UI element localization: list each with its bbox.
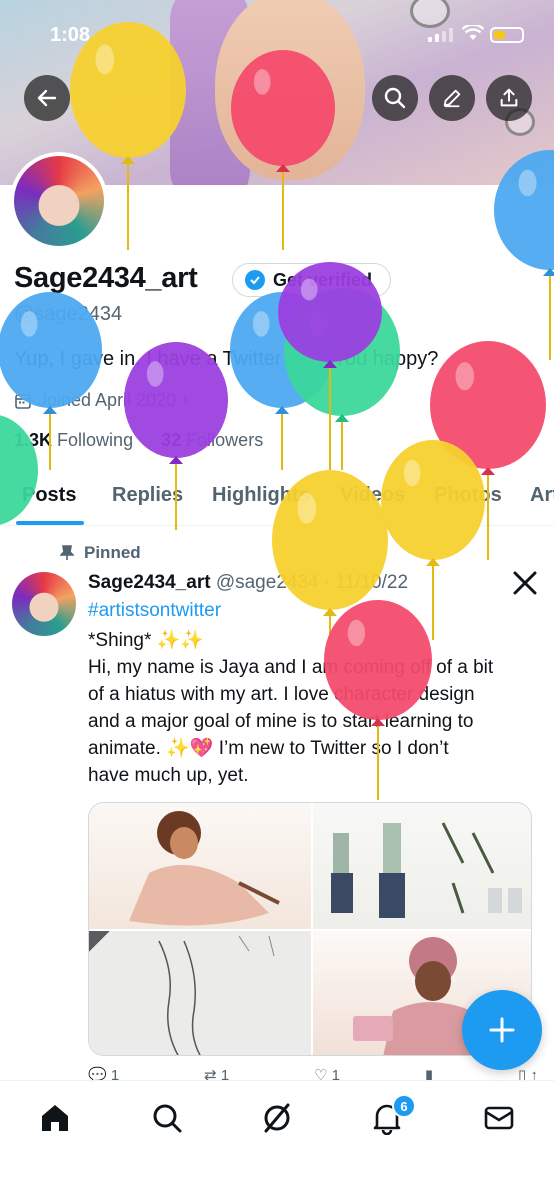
tab-replies[interactable]: Replies [112,484,183,507]
profile-tabs: Posts Replies Highlights Videos Photos A… [0,472,554,526]
battery-icon [490,27,524,43]
tab-videos[interactable]: Videos [340,484,405,507]
profile-name: Sage2434_art [14,262,198,294]
profile-handle: @sage2434 [14,303,123,325]
wifi-icon [462,25,484,40]
follow-stats: 1.3K Following 32 Followers [14,430,263,451]
post-image-2[interactable] [313,803,531,929]
pin-icon [60,545,74,560]
balloon [284,288,400,470]
search-icon[interactable] [150,1101,184,1135]
notifications-badge: 6 [392,1094,416,1118]
post-text-line: animate. ✨💖 I’m new to Twitter so I don’… [88,738,449,759]
joined-date[interactable]: Joined April 2020 › [14,390,188,411]
get-verified-label: Get verified [273,269,373,290]
post-author-avatar[interactable] [12,572,76,636]
status-time: 1:08 [50,24,91,46]
compose-button[interactable] [462,990,542,1070]
share-button[interactable] [486,75,532,121]
get-verified-button[interactable]: Get verified [232,263,392,297]
search-button[interactable] [372,75,418,121]
balloon [381,440,485,640]
home-icon[interactable] [38,1101,72,1135]
followers-link[interactable]: 32 Followers [161,430,263,450]
joined-label: Joined April 2020 [38,390,177,410]
grok-icon[interactable] [260,1101,294,1135]
mail-icon[interactable] [482,1101,516,1135]
tab-posts[interactable]: Posts [22,484,76,507]
post-text-line: Hi, my name is Jaya and I am coming off … [88,657,494,678]
post-hashtag[interactable]: #artistsontwitter [88,600,221,622]
post-text-line: and a major goal of mine is to start lea… [88,711,474,732]
post-image-3[interactable] [89,931,311,1055]
x-logo-icon [513,571,537,595]
active-tab-indicator [16,521,84,525]
share-icon [500,88,518,107]
tab-highlights[interactable]: Highlights [212,484,310,507]
signal-icon [428,28,453,42]
bottom-nav [0,1080,554,1200]
pinned-label: Pinned [60,543,141,563]
balloon [430,341,546,560]
back-arrow-icon [37,89,57,107]
post-text-line: of a hiatus with my art. I love characte… [88,684,475,705]
post-author-handle[interactable]: @sage2434 [216,572,319,593]
tab-photos[interactable]: Photos [434,484,502,507]
profile-avatar[interactable] [10,152,108,250]
profile-bio: Yup, I gave in. I have a Twitter now. Yo… [14,348,439,370]
tab-articles[interactable]: Articles [530,484,554,507]
following-link[interactable]: 1.3K Following [14,430,133,450]
post-header: Sage2434_art @sage2434 · 11/10/22 [88,572,409,593]
back-button[interactable] [24,75,70,121]
compose-plus-icon [489,1017,515,1043]
post-date[interactable]: 11/10/22 [335,572,408,593]
status-bar: 1:08 [0,0,554,62]
verified-badge-icon [245,270,265,290]
post-image-1[interactable] [89,803,311,929]
post-text-line: *Shing* ✨✨ [88,630,204,651]
search-icon [384,87,406,109]
chevron-right-icon: › [182,390,189,410]
edit-icon [443,89,461,108]
post-text-line: have much up, yet. [88,765,249,786]
post-author-name[interactable]: Sage2434_art [88,572,211,593]
calendar-icon [15,393,31,409]
edit-button[interactable] [429,75,475,121]
